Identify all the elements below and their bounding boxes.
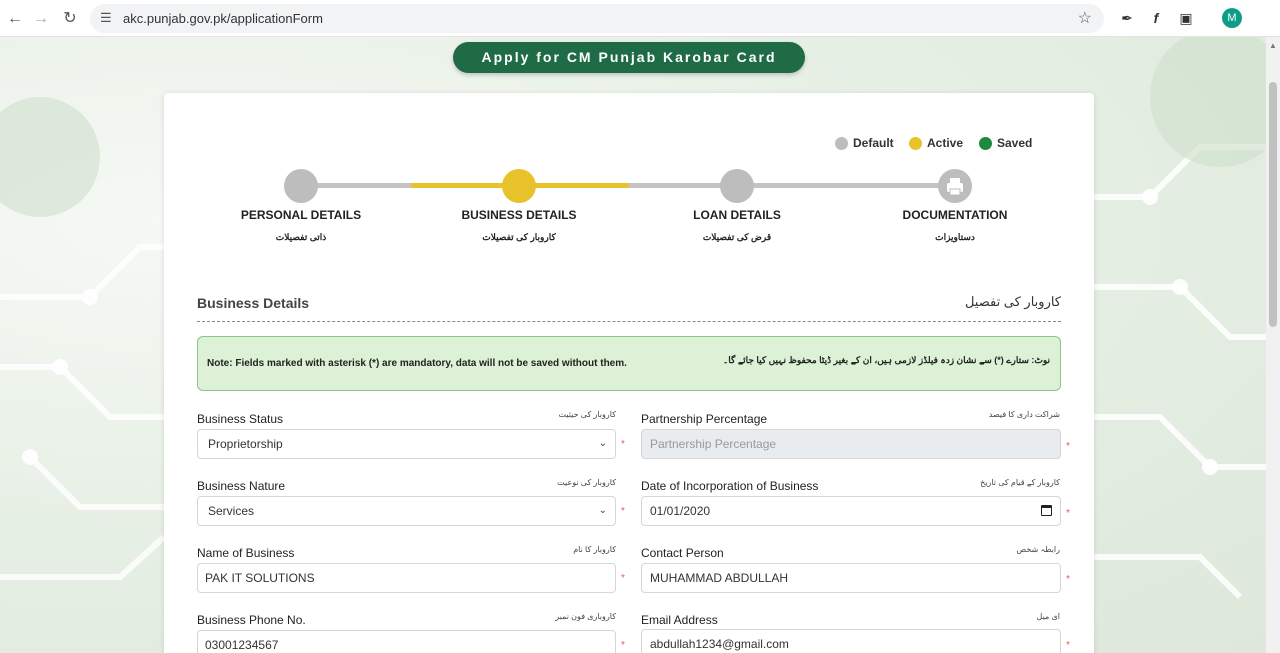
step-personal-urdu: ذاتی تفصیلات (275, 232, 327, 242)
required-asterisk: * (1066, 508, 1070, 519)
business-phone-input[interactable]: 03001234567 (197, 630, 616, 653)
partnership-percentage-label: Partnership Percentage (641, 412, 768, 426)
eyedropper-icon[interactable]: ✒ (1117, 8, 1137, 28)
required-asterisk: * (1066, 441, 1070, 452)
date-of-incorporation-urdu: کاروبار کے قیام کی تاریخ (980, 478, 1060, 487)
name-of-business-urdu: کاروبار کا نام (573, 545, 616, 554)
business-status-urdu: کاروبار کی حیثیت (558, 410, 616, 419)
active-dot-icon (909, 136, 922, 150)
legend-default-label: Default (853, 136, 894, 150)
step-documentation-dot[interactable] (938, 169, 972, 203)
contact-person-label: Contact Person (641, 546, 724, 560)
section-title: Business Details (197, 295, 310, 311)
printer-icon (947, 178, 963, 196)
extensions-puzzle-icon[interactable]: ▣ (1176, 8, 1196, 28)
business-nature-urdu: کاروبار کی نوعیت (557, 478, 616, 487)
note-english: Note: Fields marked with asterisk (*) ar… (207, 358, 627, 369)
step-personal-title[interactable]: PERSONAL DETAILS (191, 208, 411, 222)
required-asterisk: * (621, 506, 625, 517)
contact-person-urdu: رابطہ شخص (1016, 545, 1060, 554)
mandatory-note: Note: Fields marked with asterisk (*) ar… (197, 336, 1061, 391)
required-asterisk: * (1066, 640, 1070, 651)
bookmark-star-icon[interactable]: ☆ (1078, 8, 1092, 28)
date-of-incorporation-label: Date of Incorporation of Business (641, 479, 819, 493)
section-divider (197, 321, 1061, 322)
stepper-track-2 (629, 183, 956, 188)
date-of-incorporation-input[interactable]: 01/01/2020 (641, 496, 1061, 526)
partnership-percentage-urdu: شراکت داری کا فیصد (988, 410, 1060, 419)
step-loan-urdu: قرض کی تفصیلات (702, 232, 772, 242)
section-title-urdu: کاروبار کی تفصیل (964, 294, 1061, 309)
address-bar[interactable]: ☰ akc.punjab.gov.pk/applicationForm ☆ (90, 4, 1104, 33)
legend-active-label: Active (927, 136, 964, 150)
legend-saved-label: Saved (997, 136, 1033, 150)
default-dot-icon (835, 136, 848, 150)
business-nature-label: Business Nature (197, 479, 286, 493)
business-status-label: Business Status (197, 412, 284, 426)
name-of-business-label: Name of Business (197, 546, 295, 560)
site-info-icon[interactable]: ☰ (100, 10, 112, 26)
chevron-down-icon: ⌄ (598, 438, 607, 449)
forward-icon[interactable]: → (30, 8, 52, 30)
email-address-label: Email Address (641, 613, 718, 627)
saved-dot-icon (979, 136, 992, 150)
step-business-dot[interactable] (502, 169, 536, 203)
step-documentation-urdu: دستاویزات (935, 232, 975, 242)
page-scrollbar[interactable]: ▲ (1266, 37, 1280, 653)
step-business-title[interactable]: BUSINESS DETAILS (409, 208, 629, 222)
email-address-urdu: ای میل (1036, 612, 1060, 621)
required-asterisk: * (621, 640, 625, 651)
required-asterisk: * (621, 439, 625, 450)
legend-active: Active (909, 135, 963, 151)
calendar-icon[interactable] (1041, 505, 1052, 516)
business-status-select[interactable]: Proprietorship ⌄ (197, 429, 616, 459)
required-asterisk: * (621, 573, 625, 584)
legend-default: Default (835, 135, 894, 151)
note-urdu: نوٹ: ستارے (*) سے نشان زدہ فیلڈز لازمی ہ… (723, 355, 1050, 365)
chevron-down-icon: ⌄ (598, 505, 607, 516)
business-nature-select[interactable]: Services ⌄ (197, 496, 616, 526)
scroll-up-icon[interactable]: ▲ (1269, 41, 1277, 50)
step-business-urdu: کاروبار کی تفصیلات (482, 232, 556, 242)
legend-saved: Saved (979, 135, 1032, 151)
font-icon[interactable]: f (1146, 8, 1166, 28)
step-loan-title[interactable]: LOAN DETAILS (627, 208, 847, 222)
required-asterisk: * (1066, 574, 1070, 585)
browser-toolbar: ← → ↻ ☰ akc.punjab.gov.pk/applicationFor… (0, 0, 1280, 37)
url-text[interactable]: akc.punjab.gov.pk/applicationForm (123, 11, 323, 26)
step-documentation-title[interactable]: DOCUMENTATION (845, 208, 1065, 222)
step-loan-dot[interactable] (720, 169, 754, 203)
profile-avatar[interactable]: M (1222, 8, 1242, 28)
scrollbar-thumb[interactable] (1269, 82, 1277, 327)
business-phone-urdu: کاروباری فون نمبر (555, 612, 616, 621)
name-of-business-input[interactable]: PAK IT SOLUTIONS (197, 563, 616, 593)
step-personal-dot[interactable] (284, 169, 318, 203)
back-icon[interactable]: ← (4, 8, 26, 30)
page-header-title: Apply for CM Punjab Karobar Card (453, 42, 805, 73)
reload-icon[interactable]: ↻ (59, 8, 81, 30)
partnership-percentage-input[interactable]: Partnership Percentage (641, 429, 1061, 459)
contact-person-input[interactable]: MUHAMMAD ABDULLAH (641, 563, 1061, 593)
business-nature-value: Services (208, 504, 255, 518)
date-of-incorporation-value: 01/01/2020 (650, 504, 711, 518)
business-phone-label: Business Phone No. (197, 613, 306, 627)
email-address-input[interactable]: abdullah1234@gmail.com (641, 629, 1061, 653)
business-status-value: Proprietorship (208, 437, 283, 451)
